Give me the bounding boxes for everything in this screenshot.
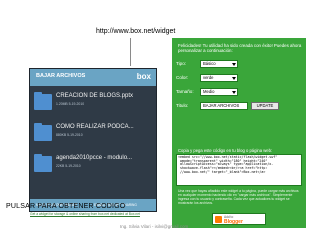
title-row: Titulo: BAJAR ARCHIVOS UPDATE	[176, 102, 302, 111]
size-select[interactable]: Medio	[200, 88, 238, 96]
file-item[interactable]: agenda2010pcce - modulo... 22KB 5-19-201…	[34, 154, 152, 178]
pointer-line	[130, 38, 131, 66]
widget-config-panel: Felicidades! Tu utilidad ha sido creada …	[172, 38, 306, 228]
box-logo: box	[136, 72, 151, 81]
title-label: Titulo:	[176, 103, 189, 108]
file-meta: 1.20MB 5-19-2010	[56, 102, 85, 106]
box-widget: BAJAR ARCHIVOS box CREACION DE BLOGS.ppt…	[30, 69, 156, 211]
add-to-blogger-button[interactable]: Add to Blogger	[212, 213, 266, 225]
panel-header: Felicidades! Tu utilidad ha sido creada …	[178, 43, 302, 53]
title-input[interactable]: BAJAR ARCHIVOS	[200, 102, 248, 110]
file-name: COMO REALIZAR PODCA...	[56, 124, 134, 130]
file-name: agenda2010pcce - modulo...	[56, 155, 133, 161]
file-meta: 22KB 5-19-2010	[56, 164, 81, 168]
blogger-icon	[215, 216, 222, 223]
cta-text: PULSAR PARA OBTENER CODIGO	[6, 203, 126, 210]
url-text[interactable]: http://www.box.net/widget	[96, 28, 175, 35]
panel-note: Una vez que hayas añadido este widget a …	[178, 189, 299, 205]
type-label: Tipo:	[176, 61, 187, 66]
folder-icon	[34, 154, 52, 172]
folder-icon	[34, 92, 52, 110]
file-item[interactable]: COMO REALIZAR PODCA... 880KB 5-19-2010	[34, 123, 152, 147]
file-name: CREACION DE BLOGS.pptx	[56, 93, 134, 99]
widget-title: BAJAR ARCHIVOS	[36, 73, 86, 79]
folder-icon	[34, 123, 52, 141]
file-item[interactable]: CREACION DE BLOGS.pptx 1.20MB 5-19-2010	[34, 92, 152, 116]
size-label: Tamaño:	[176, 89, 194, 94]
type-select[interactable]: Básico	[200, 60, 238, 68]
color-select[interactable]: verde	[200, 74, 238, 82]
file-meta: 880KB 5-19-2010	[56, 133, 83, 137]
embed-code-textarea[interactable]: <embed src="//www.box.net/static/flash/w…	[176, 154, 302, 186]
embed-instructions: Copia y pega este código en tu blog o pá…	[178, 148, 273, 153]
update-button[interactable]: UPDATE	[251, 102, 279, 110]
blogger-name: Blogger	[224, 219, 243, 225]
widget-header: BAJAR ARCHIVOS box	[30, 69, 156, 86]
author-footer: Ing. Silvia Vilari - isilvi@gmail.com	[120, 224, 189, 229]
color-label: Color:	[176, 75, 189, 80]
widget-caption-link[interactable]: Get a widget for storage & online sharin…	[30, 212, 156, 216]
